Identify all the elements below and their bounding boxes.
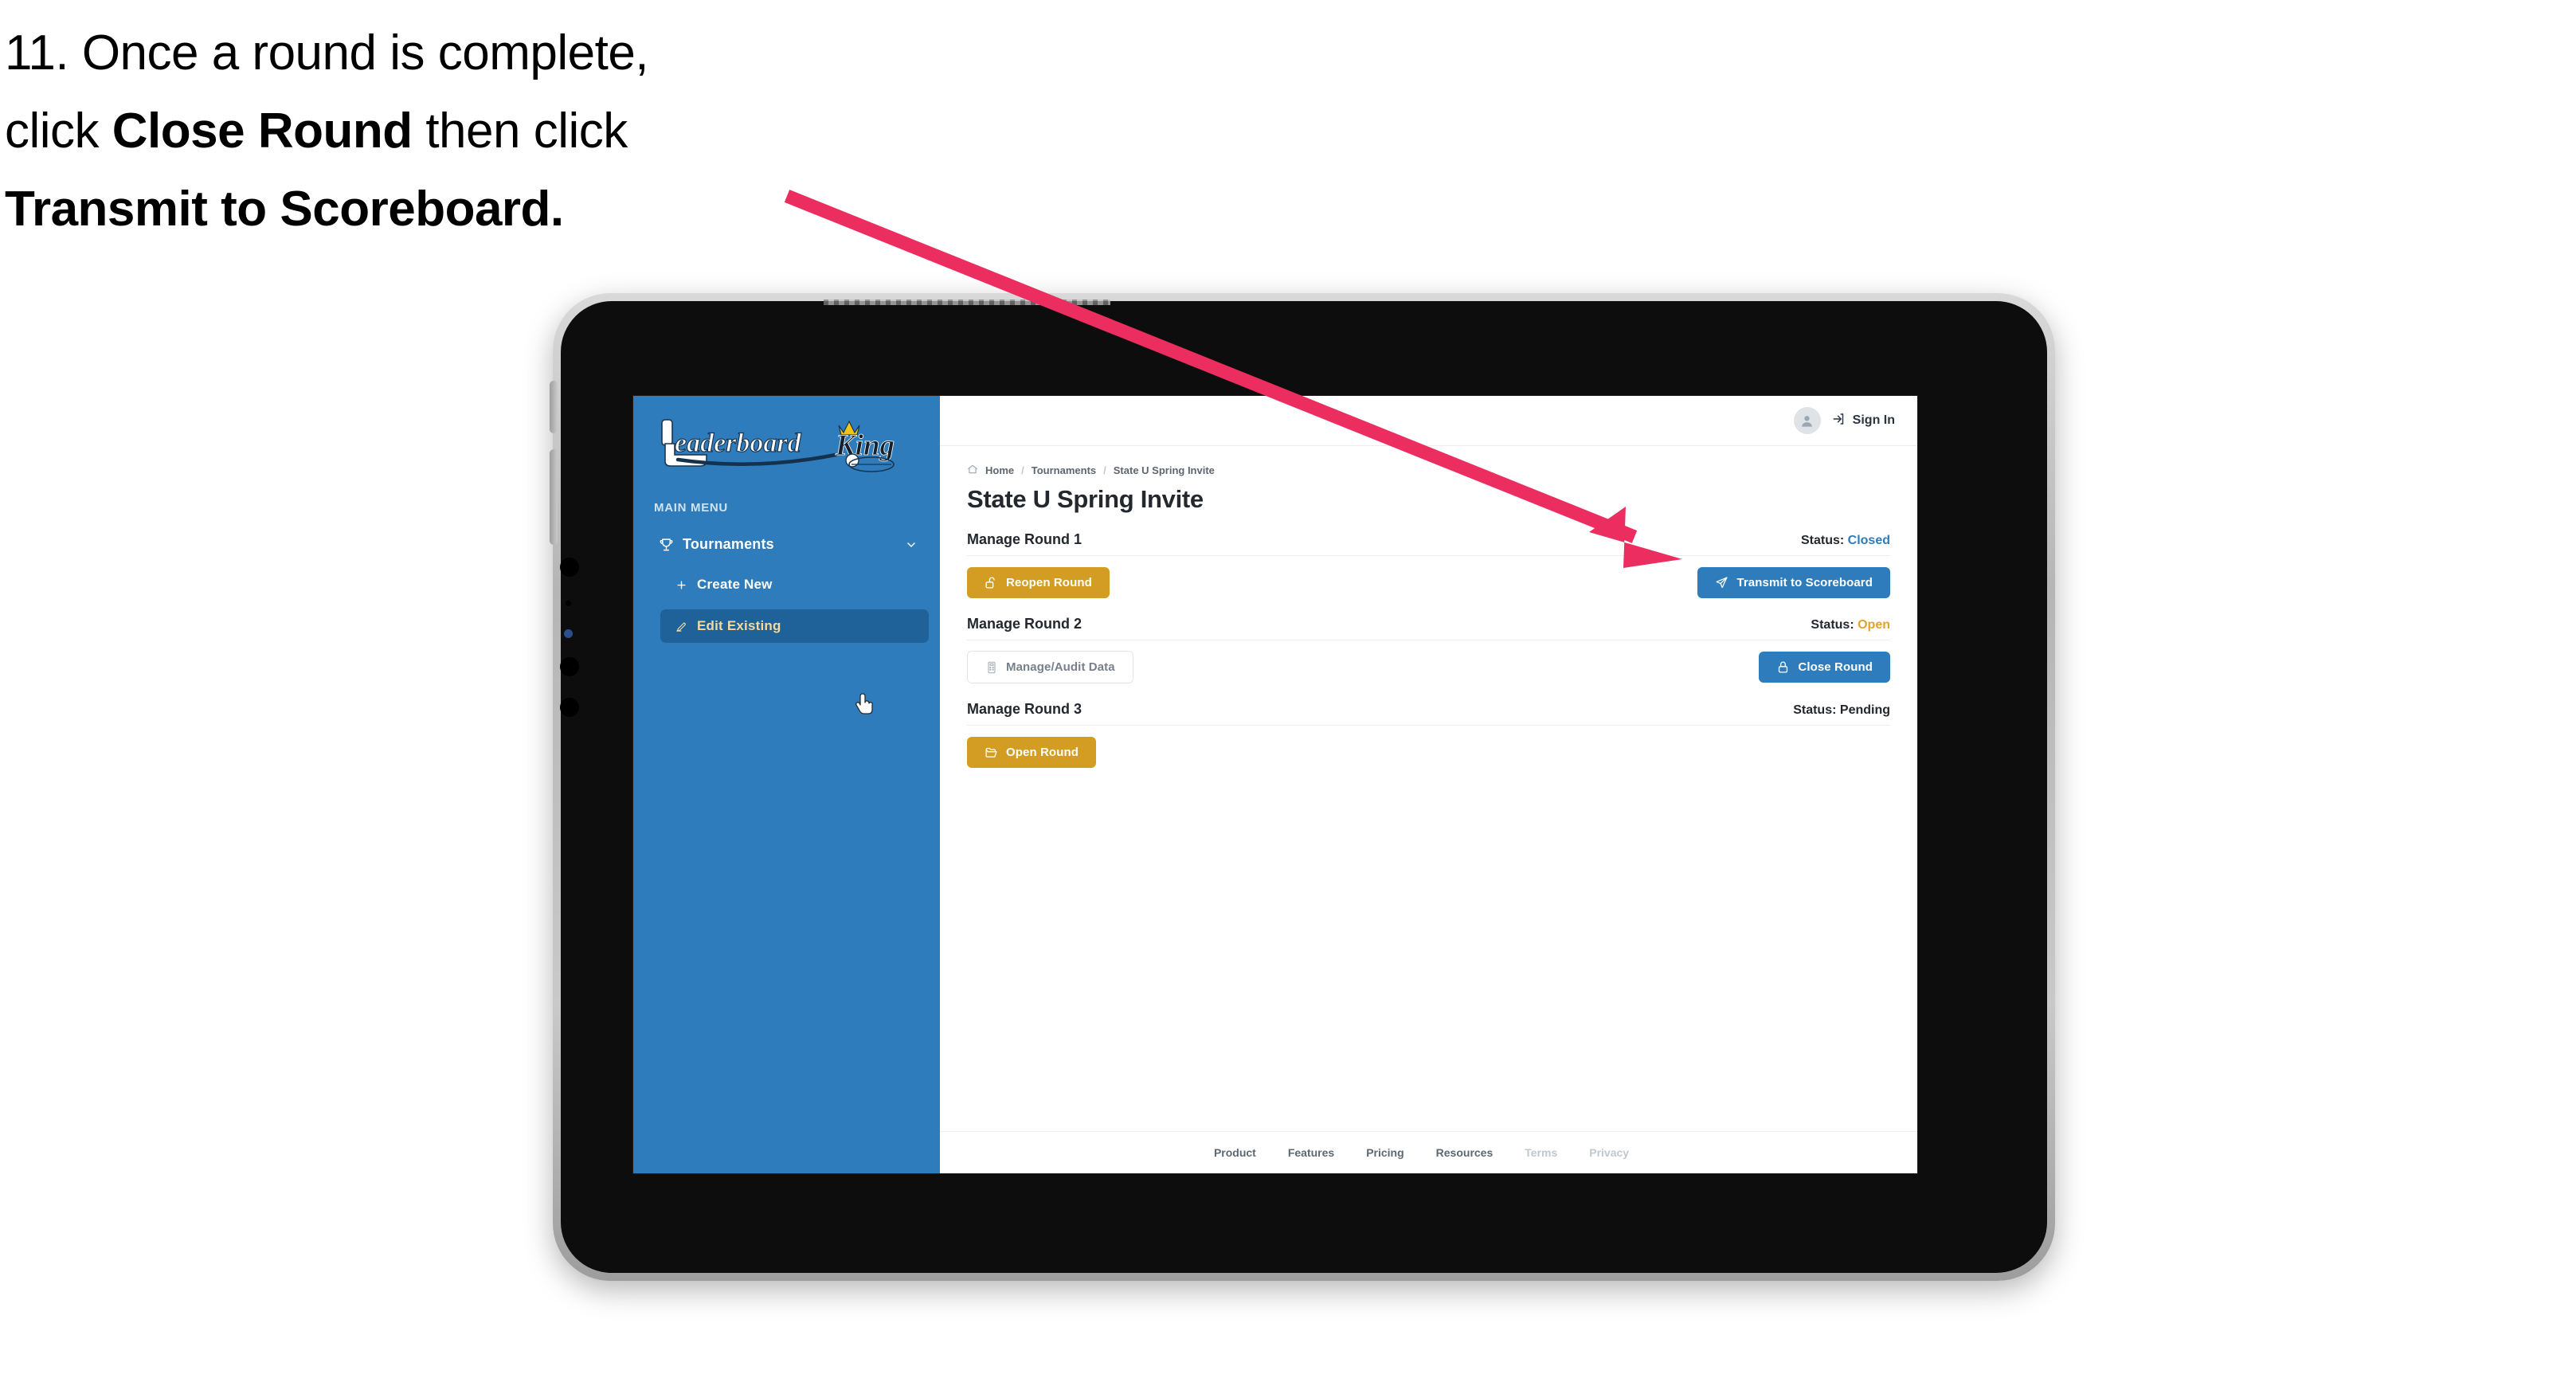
tablet-speaker-grille [824, 300, 1110, 305]
round-block-3: Manage Round 3 Status: Pending Open Roun [967, 701, 1890, 768]
transmit-to-scoreboard-button[interactable]: Transmit to Scoreboard [1697, 566, 1890, 598]
sidebar-item-edit-existing-label: Edit Existing [697, 618, 781, 633]
paper-plane-icon [1715, 576, 1728, 589]
mouse-pointer-hand-cursor [855, 693, 873, 715]
round-2-name: Manage Round 2 [967, 616, 1082, 632]
caption-line-2-prefix: click [5, 103, 112, 159]
tablet-led-indicator [564, 629, 573, 638]
pencil-square-icon [670, 621, 692, 632]
round-2-header: Manage Round 2 Status: Open [967, 616, 1890, 640]
tablet-volume-up-button[interactable] [550, 381, 558, 433]
sidebar-item-create-new[interactable]: Create New [660, 568, 929, 601]
lock-icon [1776, 660, 1790, 674]
caption-close-round-bold: Close Round [112, 103, 413, 159]
content-area: Home / Tournaments / State U Spring Invi… [940, 446, 1917, 1131]
svg-text:eaderboard: eaderboard [675, 429, 802, 458]
sign-in-button[interactable]: Sign In [1832, 412, 1895, 430]
app-screen: eaderboard King MAIN MENU Tournaments Cr… [633, 396, 1917, 1173]
sidebar-item-tournaments[interactable]: Tournaments [644, 529, 929, 560]
top-bar: Sign In [940, 396, 1917, 446]
breadcrumb-item-home[interactable]: Home [985, 464, 1014, 476]
unlock-icon [985, 576, 998, 589]
caption-line-2: click Close Round then click [5, 92, 849, 170]
footer-link-terms[interactable]: Terms [1525, 1146, 1557, 1159]
footer-link-privacy[interactable]: Privacy [1589, 1146, 1629, 1159]
round-2-status: Status: Open [1811, 618, 1890, 632]
manage-audit-data-button[interactable]: Manage/Audit Data [967, 651, 1133, 683]
tablet-volume-down-button[interactable] [550, 449, 558, 545]
breadcrumb-separator-1: / [1021, 464, 1024, 476]
app-logo[interactable]: eaderboard King [633, 396, 940, 480]
round-3-header: Manage Round 3 Status: Pending [967, 701, 1890, 726]
sidebar-item-create-new-label: Create New [697, 577, 773, 592]
round-1-status: Status: Closed [1801, 534, 1890, 548]
transmit-to-scoreboard-label: Transmit to Scoreboard [1736, 575, 1873, 589]
home-icon[interactable] [967, 464, 978, 477]
round-3-status-value: Pending [1839, 703, 1890, 717]
leaderboard-king-logo-icon: eaderboard King [661, 419, 895, 472]
breadcrumb: Home / Tournaments / State U Spring Invi… [967, 464, 1890, 477]
sign-in-arrow-icon [1832, 412, 1846, 430]
tablet-button-mid [560, 657, 579, 676]
user-avatar-icon[interactable] [1793, 407, 1821, 434]
open-round-label: Open Round [1006, 745, 1079, 759]
plus-icon [670, 579, 692, 591]
caption-line-3: Transmit to Scoreboard. [5, 170, 849, 249]
round-1-header: Manage Round 1 Status: Closed [967, 531, 1890, 556]
caption-line-1-text: 11. Once a round is complete, [5, 25, 649, 80]
round-block-1: Manage Round 1 Status: Closed Reopen Rou [967, 531, 1890, 598]
sidebar: eaderboard King MAIN MENU Tournaments Cr… [633, 396, 940, 1173]
trophy-icon [656, 537, 676, 552]
chevron-down-icon[interactable] [905, 538, 918, 551]
reopen-round-label: Reopen Round [1006, 575, 1092, 589]
breadcrumb-item-current: State U Spring Invite [1113, 464, 1215, 476]
main-panel: Sign In Home / Tournaments / State U Spr… [940, 396, 1917, 1173]
instruction-caption: 11. Once a round is complete, click Clos… [5, 14, 849, 249]
close-round-button[interactable]: Close Round [1759, 652, 1890, 683]
calculator-icon [985, 661, 998, 674]
round-1-actions: Reopen Round Transmit to Scoreboard [967, 566, 1890, 598]
round-3-status: Status: Pending [1793, 703, 1890, 718]
footer-link-resources[interactable]: Resources [1436, 1146, 1494, 1159]
caption-transmit-bold: Transmit to Scoreboard. [5, 181, 564, 237]
round-2-actions: Manage/Audit Data Close Round [967, 651, 1890, 683]
round-3-name: Manage Round 3 [967, 701, 1082, 717]
page-title: State U Spring Invite [967, 485, 1204, 513]
round-2-status-value: Open [1858, 618, 1890, 632]
caption-line-1: 11. Once a round is complete, [5, 14, 849, 92]
close-round-label: Close Round [1798, 660, 1873, 674]
sidebar-item-edit-existing[interactable]: Edit Existing [660, 609, 929, 643]
round-1-status-label: Status: [1800, 534, 1845, 547]
round-1-name: Manage Round 1 [967, 531, 1082, 547]
footer-link-product[interactable]: Product [1214, 1146, 1256, 1159]
breadcrumb-separator-2: / [1103, 464, 1106, 476]
footer-nav: Product Features Pricing Resources Terms… [940, 1131, 1917, 1173]
sidebar-item-tournaments-label: Tournaments [683, 536, 774, 552]
tablet-sensor-dot [566, 601, 571, 606]
round-3-actions: Open Round [967, 736, 1890, 768]
round-block-2: Manage Round 2 Status: Open Manage/Audit… [967, 616, 1890, 683]
folder-open-icon [985, 746, 998, 759]
sidebar-section-label: MAIN MENU [654, 501, 728, 515]
round-2-status-label: Status: [1811, 618, 1854, 632]
open-round-button[interactable]: Open Round [967, 736, 1096, 768]
tablet-button-bottom [560, 698, 579, 717]
round-1-status-value: Closed [1847, 534, 1890, 547]
round-3-status-label: Status: [1793, 703, 1837, 717]
tablet-button-top [560, 558, 579, 577]
footer-link-pricing[interactable]: Pricing [1366, 1146, 1403, 1159]
manage-audit-data-label: Manage/Audit Data [1006, 660, 1115, 674]
breadcrumb-item-tournaments[interactable]: Tournaments [1032, 464, 1096, 476]
footer-link-features[interactable]: Features [1288, 1146, 1334, 1159]
caption-line-2-suffix: then click [412, 103, 628, 159]
reopen-round-button[interactable]: Reopen Round [967, 566, 1110, 598]
sign-in-label: Sign In [1852, 413, 1895, 427]
